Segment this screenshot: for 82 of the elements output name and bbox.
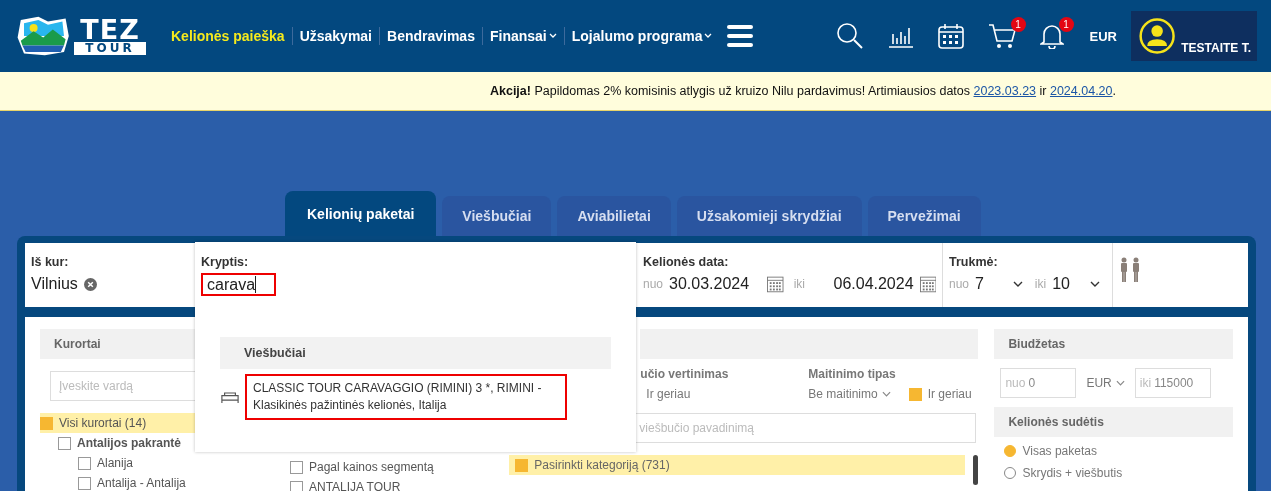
- field-label: Kelionės data:: [643, 255, 730, 269]
- calendar-icon[interactable]: [937, 23, 964, 49]
- currency-select[interactable]: EUR: [1086, 376, 1125, 390]
- meal-select[interactable]: Be maitinimo: [808, 387, 891, 401]
- meal-label: Maitinimo tipas: [808, 367, 897, 381]
- section-title: Kurortai: [54, 337, 101, 351]
- checkbox[interactable]: [78, 476, 91, 490]
- date-link[interactable]: 2023.03.23: [973, 84, 1037, 98]
- user-name: TESTAITE T.: [1181, 41, 1251, 55]
- checkbox[interactable]: [290, 480, 303, 491]
- rating-label: učio vertinimas: [640, 367, 730, 381]
- search-tab[interactable]: Pervežimai: [867, 196, 981, 236]
- budget-from-field[interactable]: nuo 0: [1000, 368, 1077, 398]
- nav-link[interactable]: Užsakymai: [292, 28, 379, 44]
- checkbox[interactable]: [40, 416, 53, 430]
- filter-option: ANTALIJA TOUR: [309, 480, 401, 491]
- logo-subtext: TOUR: [74, 41, 146, 55]
- budget-to-field[interactable]: iki 115000: [1134, 368, 1211, 398]
- chevron-icon: [881, 391, 891, 397]
- date-value[interactable]: 30.03.2024: [669, 275, 754, 293]
- date-value[interactable]: 06.04.2024: [833, 275, 914, 293]
- to-prefix: iki: [793, 277, 806, 291]
- resort-option: Antalijos pakrantė: [77, 436, 182, 450]
- hotel-suggestion[interactable]: CLASSIC TOUR CARAVAGGIO (RIMINI) 3 *, RIMINI - Klasikinės pažintinės kelionės, Italija: [245, 374, 567, 420]
- search-tab[interactable]: Užsakomieji skrydžiai: [676, 196, 862, 236]
- logo[interactable]: TEZ TOUR: [16, 14, 146, 58]
- resort-option: Visi kurortai (14): [59, 416, 147, 430]
- checkbox-label: Ir geriau: [927, 387, 972, 401]
- checkbox[interactable]: [290, 460, 303, 474]
- nav-link[interactable]: Kelionės paieška: [164, 28, 292, 44]
- search-tab[interactable]: Aviabilietai: [557, 196, 671, 236]
- search-tab[interactable]: Kelionių paketai: [285, 191, 437, 236]
- section-title: Biudžetas: [1008, 337, 1066, 351]
- chevron-icon: [1012, 281, 1023, 287]
- calendar-icon[interactable]: [767, 275, 784, 293]
- departure-value[interactable]: Vilnius: [31, 275, 78, 293]
- landscape-logo-icon: [16, 14, 72, 58]
- date-link[interactable]: 2024.04.20: [1049, 84, 1113, 98]
- category-row[interactable]: Pasirinkti kategoriją (731): [509, 455, 966, 475]
- to-prefix: iki: [1034, 277, 1047, 291]
- radio-button[interactable]: [1004, 444, 1017, 457]
- currency-selector[interactable]: EUR: [1089, 28, 1117, 44]
- resort-option: Alanija: [97, 456, 134, 470]
- radio-label: Visas paketas: [1022, 443, 1097, 458]
- checkbox[interactable]: [78, 456, 91, 470]
- count-badge: 1: [1058, 17, 1074, 32]
- chevron-icon: [1090, 281, 1100, 287]
- checkbox[interactable]: [58, 436, 71, 450]
- section-title: Kelionės sudėtis: [1008, 415, 1104, 429]
- chevron-icon: [1115, 380, 1125, 386]
- field-label: Trukmė:: [949, 255, 999, 269]
- bell-icon[interactable]: [1039, 23, 1064, 49]
- count-badge: 1: [1010, 17, 1026, 32]
- from-prefix: nuo: [949, 277, 970, 291]
- nights-select[interactable]: 10: [1052, 275, 1100, 293]
- avatar-icon: [1139, 15, 1176, 57]
- menu-icon[interactable]: [727, 25, 754, 47]
- nav-link[interactable]: Finansai: [482, 28, 564, 44]
- filter-option: Pagal kainos segmentą: [309, 460, 434, 474]
- group-title: Viešbučiai: [244, 346, 306, 360]
- radio-label: Skrydis + viešbutis: [1022, 465, 1123, 480]
- calendar-icon[interactable]: [919, 275, 937, 293]
- resort-option: Antalija - Antalija: [97, 476, 186, 490]
- checkbox[interactable]: [908, 387, 922, 401]
- logo-text: TEZ: [79, 17, 141, 42]
- nav-link[interactable]: Bendravimas: [380, 28, 482, 44]
- cart-icon[interactable]: [987, 23, 1016, 49]
- destination-input[interactable]: carava: [201, 273, 276, 296]
- field-label: Iš kur:: [31, 255, 70, 269]
- search-icon[interactable]: [835, 22, 864, 50]
- from-prefix: nuo: [643, 277, 664, 291]
- bed-icon: [221, 390, 239, 404]
- travelers-icon[interactable]: [1119, 257, 1141, 283]
- nights-select[interactable]: 7: [975, 275, 1023, 293]
- clear-icon[interactable]: [83, 277, 97, 291]
- scrollbar[interactable]: [973, 455, 979, 485]
- field-label: Kryptis:: [201, 255, 250, 269]
- promo-message: Akcija! Papildomas 2% komisinis atlygis už kruizo Nilu pardavimus! Artimiausios datos 2023.03.23 ir 2024.04.20.: [489, 84, 1116, 98]
- user-menu[interactable]: TESTAITE T.: [1131, 11, 1257, 61]
- nav-link[interactable]: Lojalumo programa: [564, 28, 720, 44]
- search-tab[interactable]: Viešbučiai: [442, 196, 552, 236]
- rating-option: Ir geriau: [646, 387, 781, 401]
